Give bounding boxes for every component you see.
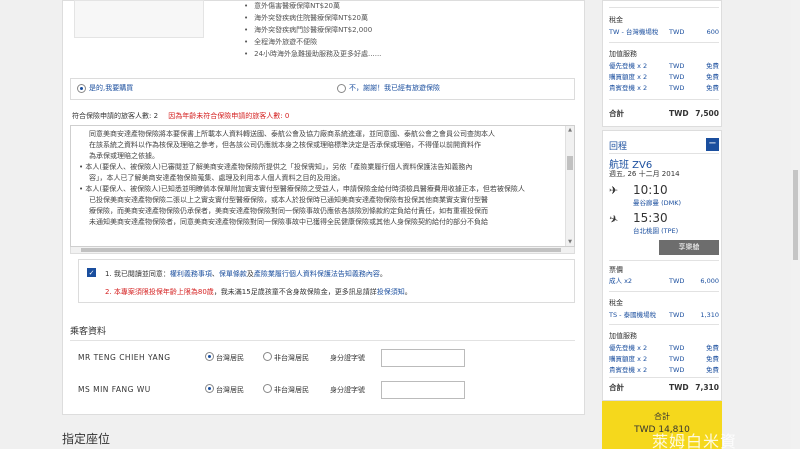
collapse-icon[interactable]: −	[706, 138, 719, 151]
watermark-logo: 萊姆白米資	[652, 432, 738, 449]
divider	[609, 260, 719, 261]
arrival-airport: 台北桃園 (TPE)	[633, 227, 679, 235]
divider	[609, 324, 719, 325]
return-summary-card: 回程 − 航班 ZV6 週五, 26 十二月 2014 ✈ 10:10 曼谷廊曼…	[602, 130, 722, 401]
cabin-class-badge: 享樂艙	[659, 240, 719, 255]
booking-summary: 稅金 TW - 台灣機場稅 TWD 600 加值服務 優先登機 x 2 TWD 免費 購…	[602, 0, 722, 449]
agreement-box: ✓ 1. 我已閱讀並同意：權利義務事項、保單條款及產險業履行個人資料保護法告知義…	[78, 259, 575, 303]
divider	[609, 377, 719, 378]
terms-line: 療保險，而美商安達產物保險仍承保者，美商安達產物保險對同一保險事故仍應依各該險別…	[89, 207, 488, 215]
resident-label[interactable]: 台灣居民	[216, 385, 244, 395]
terms-horizontal-scrollbar[interactable]	[70, 247, 575, 254]
fare-row: 成人 x2 TWD 6,000	[609, 277, 719, 285]
id-number-label: 身分證字號	[330, 386, 365, 394]
passenger-name: MR TENG CHIEH YANG	[78, 353, 171, 362]
tax-row: TS - 泰國機場稅 TWD 1,310	[609, 311, 719, 319]
terms-line: 容」，本人已了解美商安達產物保險蒐集、處理及利用本人個人資料之目的及用途。	[89, 174, 345, 182]
departure-airport: 曼谷廊曼 (DMK)	[633, 199, 682, 207]
insurance-terms-box[interactable]: 同意美商安達產物保險將本要保書上所載本人資料轉送國、泰航公會及協力廠商系統進運，…	[70, 125, 575, 247]
terms-line: 已投保美商安達產物保險二張以上之實支實付型醫療保險，或本人於投保時已通知美商安達…	[89, 196, 488, 204]
return-total-row: 合計 TWD 7,310	[609, 383, 719, 392]
non-resident-radio[interactable]	[263, 384, 272, 393]
resident-radio[interactable]	[205, 352, 214, 361]
id-number-input[interactable]	[381, 349, 465, 367]
flight-date: 週五, 26 十二月 2014	[609, 170, 680, 178]
id-number-label: 身分證字號	[330, 354, 365, 362]
terms-scrollbar[interactable]: ▲ ▼	[565, 126, 574, 246]
eligible-label: 符合保險申請的旅客人數: 2	[72, 112, 159, 120]
tax-label: 稅金	[609, 16, 623, 24]
terms-line: 在該系統之資料以作為核保及理賠之參考，但各該公司仍應就本身之核保或理賠標準決定是…	[89, 141, 481, 149]
non-resident-label[interactable]: 非台灣居民	[274, 353, 309, 363]
resident-radio[interactable]	[205, 384, 214, 393]
insurance-benefits-list: 意外傷害醫療保障NT$20萬 海外突發疾病住院醫療保障NT$20萬 海外突發疾病…	[244, 0, 381, 60]
insurance-banner-image	[74, 0, 204, 38]
rights-link[interactable]: 權利義務事項	[170, 270, 212, 278]
divider	[609, 99, 719, 100]
page-scroll-thumb[interactable]	[793, 170, 798, 260]
terms-line: • 本人(要保人、被保險人)已知悉並明瞭倘本保單附加實支實付型醫療保險之受益人，…	[79, 185, 525, 193]
departure-time: 10:10	[633, 183, 668, 197]
non-resident-radio[interactable]	[263, 352, 272, 361]
privacy-notice-link[interactable]: 產險業履行個人資料保護法告知義務內容	[254, 270, 380, 278]
divider	[609, 291, 719, 292]
designate-seat-title: 指定座位	[62, 432, 111, 446]
outbound-total-row: 合計 TWD 7,500	[609, 109, 719, 118]
divider	[609, 153, 719, 154]
notice-link[interactable]: 投保須知	[377, 288, 405, 296]
addon-label: 加值服務	[609, 50, 637, 58]
addon-label: 加值服務	[609, 332, 637, 340]
addon-row: 貴賓登機 x 2 TWD 免費	[609, 84, 719, 92]
non-resident-label[interactable]: 非台灣居民	[274, 385, 309, 395]
departure-plane-icon: ✈	[609, 184, 619, 197]
agree-line-2: 2. 本專案須限投保年齡上限為80歲，我未滿15足歲孩童不含身故保險金，更多訊息…	[105, 288, 412, 296]
ineligible-label: 因為年齡未符合保險申請的旅客人數: 0	[168, 112, 290, 120]
return-title: 回程	[609, 142, 628, 152]
addon-row: 貴賓登機 x 2 TWD 免費	[609, 366, 719, 374]
benefit-item: 海外突發疾病住院醫療保障NT$20萬	[244, 12, 381, 24]
resident-label[interactable]: 台灣居民	[216, 353, 244, 363]
benefit-item: 全程海外旅遊不便險	[244, 36, 381, 48]
passenger-name: MS MIN FANG WU	[78, 385, 151, 394]
terms-line: • 本人(要保人、被保險人)已審閱並了解美商安達產物保險所提供之「投保需知」，另…	[79, 163, 473, 171]
passenger-section-title: 乘客資料	[70, 327, 107, 337]
agree-line-1: 1. 我已閱讀並同意：權利義務事項、保單條款及產險業履行個人資料保護法告知義務內…	[105, 270, 387, 278]
outbound-summary-card: 稅金 TW - 台灣機場稅 TWD 600 加值服務 優先登機 x 2 TWD 免費 購…	[602, 0, 722, 127]
id-number-input[interactable]	[381, 381, 465, 399]
tax-label: 稅金	[609, 299, 623, 307]
grand-total-label: 合計	[654, 412, 670, 421]
benefit-item: 海外突發疾病門診醫療保障NT$2,000	[244, 24, 381, 36]
benefit-item: 24小時海外急難援助服務及更多好處......	[244, 48, 381, 60]
insurance-yes-radio[interactable]	[77, 84, 86, 93]
terms-scroll-thumb[interactable]	[567, 156, 573, 170]
addon-row: 優先登機 x 2 TWD 免費	[609, 344, 719, 352]
addon-row: 優先登機 x 2 TWD 免費	[609, 62, 719, 70]
hscroll-thumb[interactable]	[81, 248, 561, 252]
policy-terms-link[interactable]: 保單條款	[219, 270, 247, 278]
insurance-no-radio[interactable]	[337, 84, 346, 93]
divider	[70, 340, 575, 341]
scroll-down-icon[interactable]: ▼	[567, 239, 573, 245]
tax-row: TW - 台灣機場稅 TWD 600	[609, 28, 719, 36]
arrival-time: 15:30	[633, 211, 668, 225]
benefit-item: 意外傷害醫療保障NT$20萬	[244, 0, 381, 12]
terms-line: 同意美商安達產物保險將本要保書上所載本人資料轉送國、泰航公會及協力廠商系統進運，…	[89, 130, 495, 138]
insurance-yes-label[interactable]: 是的,我要購買	[89, 84, 133, 93]
addon-row: 購買額度 x 2 TWD 免費	[609, 73, 719, 81]
scroll-up-icon[interactable]: ▲	[567, 127, 573, 133]
page-scrollbar[interactable]	[791, 0, 800, 449]
agree-checkbox[interactable]: ✓	[87, 268, 96, 277]
insurance-choice: 是的,我要購買 不，謝謝！我已經有旅遊保險	[70, 78, 575, 100]
arrival-plane-icon: ✈	[607, 211, 621, 228]
divider	[609, 7, 719, 8]
eligible-count: 符合保險申請的旅客人數: 2 因為年齡未符合保險申請的旅客人數: 0	[72, 111, 289, 121]
fare-label: 票價	[609, 266, 623, 274]
divider	[609, 42, 719, 43]
terms-line: 為承保或理賠之依據。	[89, 152, 159, 160]
terms-line: 未通知美商安達產物保險者，同意美商安達產物保險對同一保險事故中已獲得全民健康保險…	[89, 218, 488, 226]
insurance-no-label[interactable]: 不，謝謝！我已經有旅遊保險	[349, 84, 440, 93]
addon-row: 購買額度 x 2 TWD 免費	[609, 355, 719, 363]
